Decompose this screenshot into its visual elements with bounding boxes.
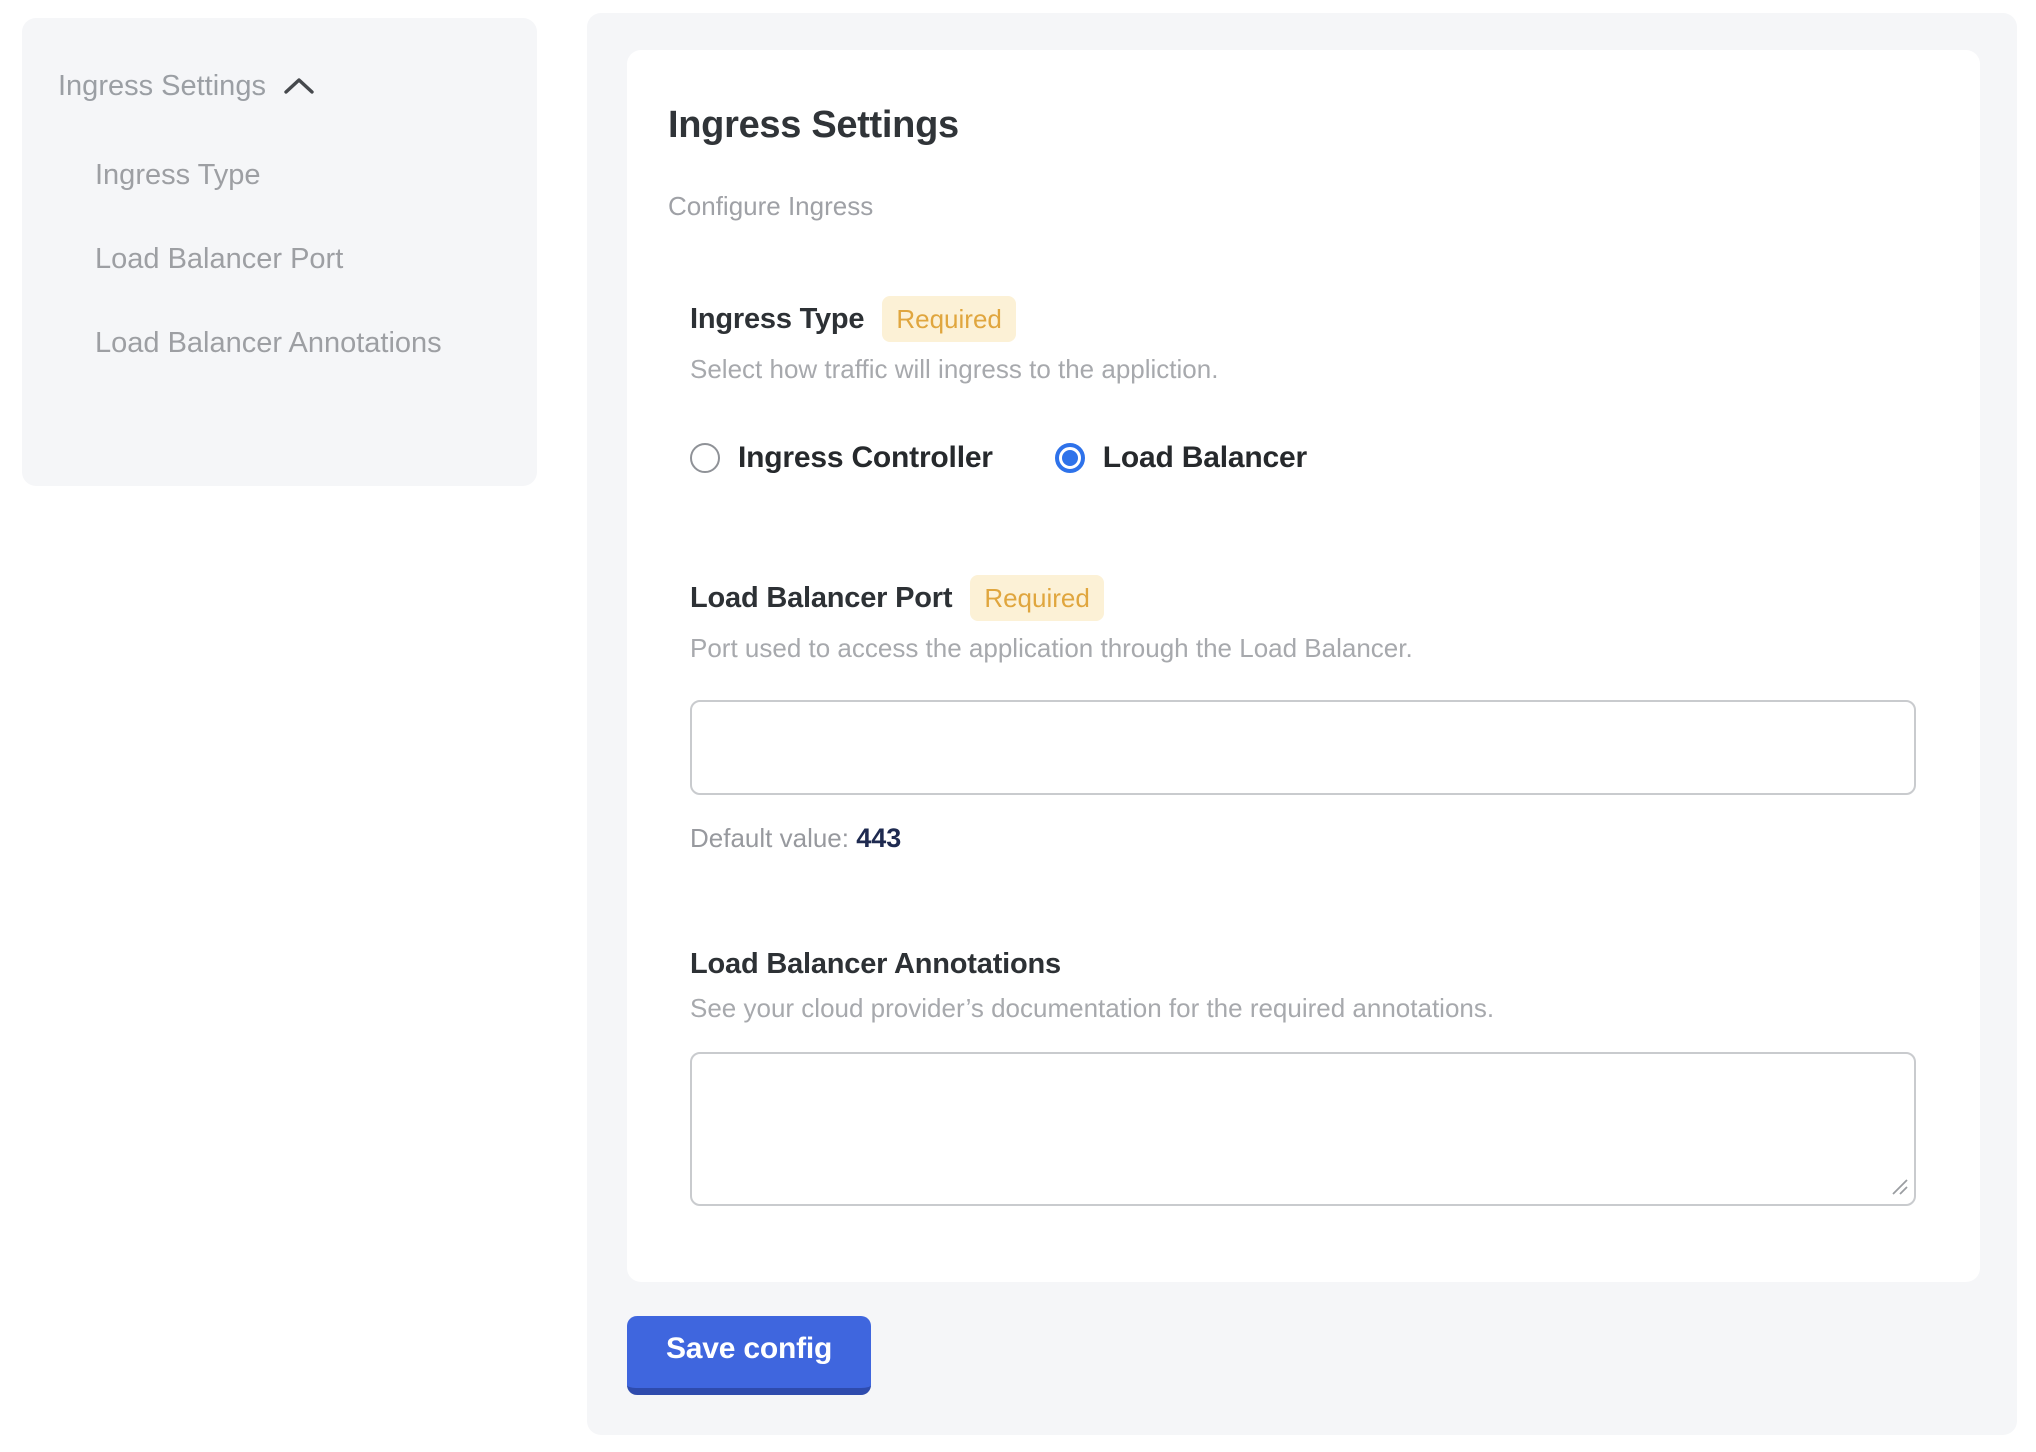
load-balancer-port-label: Load Balancer Port [690, 582, 952, 615]
sidebar-item-ingress-type[interactable]: Ingress Type [95, 146, 477, 205]
load-balancer-port-input[interactable] [690, 700, 1916, 795]
section-ingress-type: Ingress Type Required Select how traffic… [690, 296, 1916, 475]
ingress-type-label: Ingress Type [690, 303, 864, 336]
section-load-balancer-annotations: Load Balancer Annotations See your cloud… [690, 948, 1916, 1206]
default-value: 443 [856, 823, 901, 853]
radio-label-ingress-controller[interactable]: Ingress Controller [738, 441, 993, 475]
load-balancer-annotations-label: Load Balancer Annotations [690, 948, 1061, 981]
radio-icon[interactable] [1055, 443, 1085, 473]
default-value-label: Default value: [690, 823, 849, 853]
settings-panel: Ingress Settings Configure Ingress Ingre… [587, 13, 2017, 1435]
radio-label-load-balancer[interactable]: Load Balancer [1103, 441, 1307, 475]
settings-sidebar: Ingress Settings Ingress Type Load Balan… [22, 18, 537, 486]
sidebar-item-load-balancer-annotations[interactable]: Load Balancer Annotations [95, 314, 477, 373]
save-config-button[interactable]: Save config [627, 1316, 871, 1395]
required-badge: Required [882, 296, 1016, 342]
sidebar-item-load-balancer-port[interactable]: Load Balancer Port [95, 230, 477, 289]
radio-icon[interactable] [690, 443, 720, 473]
textarea-resize-handle[interactable] [1889, 1176, 1911, 1198]
sidebar-item-list: Ingress Type Load Balancer Port Load Bal… [58, 146, 477, 373]
page-subtitle: Configure Ingress [668, 191, 1916, 222]
ingress-type-description: Select how traffic will ingress to the a… [690, 354, 1916, 385]
required-badge: Required [970, 575, 1104, 621]
ingress-type-radio-group: Ingress Controller Load Balancer [690, 441, 1916, 475]
load-balancer-port-description: Port used to access the application thro… [690, 633, 1916, 664]
radio-option-load-balancer[interactable]: Load Balancer [1055, 441, 1307, 475]
chevron-up-icon [282, 70, 316, 106]
section-load-balancer-port: Load Balancer Port Required Port used to… [690, 575, 1916, 854]
radio-option-ingress-controller[interactable]: Ingress Controller [690, 441, 993, 475]
sidebar-group-label: Ingress Settings [58, 68, 266, 104]
sidebar-group-ingress-settings[interactable]: Ingress Settings [58, 66, 477, 106]
default-value-row: Default value: 443 [690, 823, 1916, 854]
page-title: Ingress Settings [668, 104, 1916, 147]
ingress-settings-card: Ingress Settings Configure Ingress Ingre… [627, 50, 1980, 1282]
load-balancer-annotations-textarea[interactable] [690, 1052, 1916, 1206]
load-balancer-annotations-description: See your cloud provider’s documentation … [690, 993, 1916, 1024]
